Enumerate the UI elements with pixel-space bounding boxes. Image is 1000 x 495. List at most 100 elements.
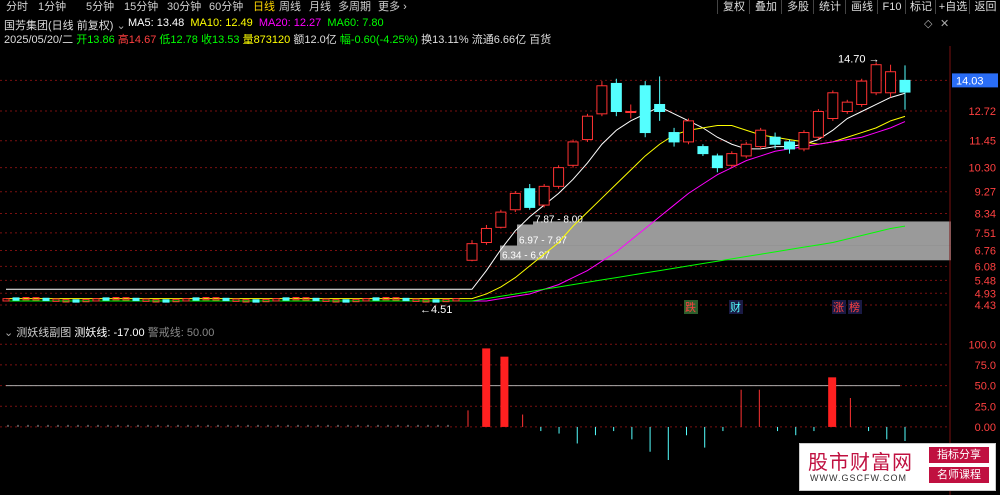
tab-multi[interactable]: 多周期: [338, 0, 371, 14]
candle: [162, 299, 170, 303]
float-value: 6.66亿: [493, 34, 527, 46]
candle: [312, 297, 320, 302]
date-label: 2025/05/20/二: [4, 34, 74, 46]
candle: [42, 297, 50, 302]
candle: [639, 85, 651, 134]
period-toolbar: 分时 1分钟 5分钟 15分钟 30分钟 60分钟 日线 周线 月线 多周期 更…: [0, 0, 1000, 14]
add-watchlist-button[interactable]: +自选: [935, 0, 970, 14]
marker-label: 榜: [849, 300, 860, 314]
candle: [2, 298, 10, 302]
price-tick-label: 6.08: [975, 261, 996, 273]
indicator-tick-label: 50.0: [975, 381, 996, 393]
candle: [769, 136, 781, 145]
multi-stock-button[interactable]: 多股: [781, 0, 814, 14]
candle: [581, 115, 593, 141]
kline-chart[interactable]: 7.87 - 8.006.97 - 7.876.34 - 6.97 14.03 1…: [0, 46, 1000, 320]
amount-value: 12.0亿: [304, 34, 337, 46]
tab-monthly[interactable]: 月线: [309, 0, 331, 14]
close-icon[interactable]: ✕: [940, 17, 949, 30]
candle: [726, 153, 738, 166]
watermark-logo: 股市财富网 WWW.GSCFW.COM 指标分享 名师课程: [799, 443, 996, 491]
candle: [480, 227, 492, 243]
indicator-bar: [500, 356, 509, 427]
candle: [683, 120, 694, 143]
candle: [596, 85, 608, 115]
tab-fenshi[interactable]: 分时: [6, 0, 28, 14]
candle: [610, 82, 622, 112]
candle: [711, 155, 723, 169]
tab-15min[interactable]: 15分钟: [124, 0, 158, 14]
price-tick-label: 7.51: [975, 228, 996, 240]
watermark-url: WWW.GSCFW.COM: [810, 473, 907, 483]
candle: [452, 298, 460, 302]
stats-button[interactable]: 统计: [813, 0, 846, 14]
candle: [132, 297, 140, 302]
ma5-label: MA5: 13.48: [128, 17, 185, 29]
candle: [72, 299, 80, 303]
candle: [52, 298, 60, 302]
candle: [784, 141, 796, 150]
ma10-label: MA10: 12.49: [190, 17, 253, 29]
f10-button[interactable]: F10: [877, 0, 906, 14]
draw-line-button[interactable]: 画线: [845, 0, 878, 14]
candle: [182, 298, 190, 302]
tab-daily[interactable]: 日线: [253, 0, 275, 14]
candle: [412, 298, 420, 302]
marker-label: 跌: [685, 300, 696, 314]
tab-5min[interactable]: 5分钟: [86, 0, 114, 14]
candle: [252, 299, 260, 303]
candle: [697, 146, 709, 155]
candle: [222, 297, 230, 302]
turnover-label: 换: [421, 34, 433, 46]
candle: [92, 298, 100, 302]
tab-60min[interactable]: 60分钟: [209, 0, 243, 14]
candle: [553, 167, 565, 187]
tab-1min[interactable]: 1分钟: [38, 0, 66, 14]
diamond-icon[interactable]: ◇: [924, 17, 932, 30]
candle: [538, 185, 550, 206]
candle: [466, 243, 478, 261]
indicator-tick-label: 25.0: [975, 401, 996, 413]
marker-label: 涨: [833, 301, 844, 314]
current-price-label: 14.03: [956, 75, 984, 87]
watermark-tag-course: 名师课程: [929, 467, 989, 483]
candle: [899, 79, 911, 93]
fuquan-button[interactable]: 复权: [717, 0, 750, 14]
price-tick-label: 8.34: [975, 208, 996, 220]
candle: [342, 299, 350, 303]
candle: [192, 297, 200, 301]
mark-button[interactable]: 标记: [905, 0, 936, 14]
price-zone: [517, 224, 951, 246]
overlay-button[interactable]: 叠加: [749, 0, 782, 14]
price-tick-label: 4.43: [975, 300, 996, 312]
price-zone: [500, 245, 951, 261]
candle: [827, 92, 839, 120]
tab-30min[interactable]: 30分钟: [167, 0, 201, 14]
price-grid: [0, 79, 950, 306]
indicator-tick-label: 100.0: [968, 339, 996, 351]
candle: [12, 297, 20, 301]
price-axis: 14.03 12.72 11.45 10.30 9.27 8.34 7.51 6.76 6.08…: [949, 46, 998, 320]
amount-label: 额: [293, 34, 305, 46]
price-zones: 7.87 - 8.006.97 - 7.876.34 - 6.97: [500, 214, 951, 261]
back-button[interactable]: 返回: [969, 0, 1000, 14]
open-value: 13.86: [87, 34, 115, 46]
watermark-tag-share: 指标分享: [929, 447, 989, 463]
low-value: 12.78: [170, 34, 198, 46]
tab-more[interactable]: 更多 ›: [378, 0, 407, 14]
price-tick-label: 4.93: [975, 288, 996, 300]
high-price-label: 14.70 →: [838, 54, 880, 66]
candle: [402, 297, 410, 302]
tab-weekly[interactable]: 周线: [279, 0, 301, 14]
indicator-bar: [482, 348, 491, 427]
candle: [567, 141, 579, 166]
price-tick-label: 9.27: [975, 187, 996, 199]
candle: [668, 132, 680, 143]
candle: [755, 129, 767, 148]
close-value: 13.53: [211, 34, 240, 46]
open-label: 开: [76, 34, 88, 46]
candle: [495, 211, 507, 228]
price-tick-label: 5.48: [975, 275, 996, 287]
low-label: 低: [159, 34, 171, 46]
candle: [232, 298, 240, 302]
